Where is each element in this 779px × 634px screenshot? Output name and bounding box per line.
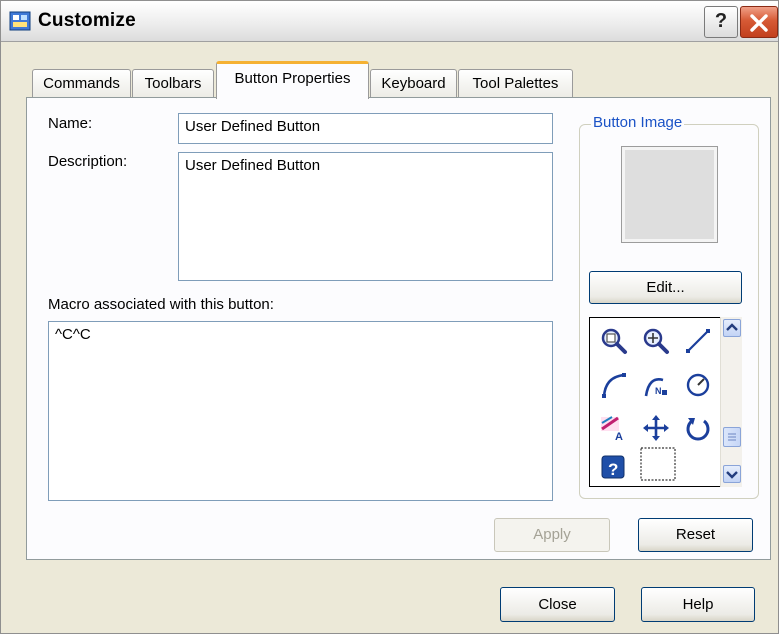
window-title: Customize <box>38 10 136 31</box>
description-textarea[interactable]: User Defined Button <box>178 152 553 281</box>
edit-button[interactable]: Edit... <box>589 271 742 304</box>
svg-text:N: N <box>655 386 662 396</box>
chevron-down-icon <box>726 471 738 479</box>
svg-text:A: A <box>615 431 623 443</box>
svg-text:?: ? <box>608 460 618 479</box>
question-icon: ? <box>714 10 728 32</box>
help-icon[interactable]: ? <box>599 452 629 482</box>
scroll-up-button[interactable] <box>723 319 741 337</box>
line-icon[interactable] <box>683 326 713 356</box>
circle-icon[interactable] <box>683 370 713 400</box>
tab-toolbars[interactable]: Toolbars <box>132 69 214 98</box>
title-bar[interactable]: Customize ? <box>1 1 778 42</box>
customize-app-icon <box>9 11 31 31</box>
zoom-realtime-icon[interactable] <box>641 326 671 356</box>
button-image-title: Button Image <box>591 114 685 131</box>
tab-button-properties[interactable]: Button Properties <box>216 61 369 99</box>
arc-2-icon[interactable]: N <box>641 370 671 400</box>
help-button[interactable]: Help <box>641 587 755 622</box>
apply-button[interactable]: Apply <box>494 518 610 552</box>
chevron-up-icon <box>726 323 738 331</box>
scroll-down-button[interactable] <box>723 465 741 483</box>
customize-dialog: Customize ? Commands Toolbars Button Pro… <box>0 0 779 634</box>
close-button[interactable]: Close <box>500 587 615 622</box>
title-help-button[interactable]: ? <box>704 6 738 38</box>
button-image-preview <box>621 146 718 243</box>
name-label: Name: <box>48 115 93 132</box>
description-label: Description: <box>48 153 128 170</box>
grip-icon <box>728 433 736 441</box>
close-icon <box>750 14 768 32</box>
reset-button[interactable]: Reset <box>638 518 753 552</box>
arc-icon[interactable] <box>599 370 629 400</box>
tab-keyboard[interactable]: Keyboard <box>370 69 457 98</box>
rotate-icon[interactable] <box>683 413 713 443</box>
name-input[interactable]: User Defined Button <box>178 113 553 144</box>
scroll-thumb[interactable] <box>723 427 741 447</box>
move-icon[interactable] <box>641 413 671 443</box>
button-properties-panel: Name: User Defined Button Description: U… <box>26 97 771 560</box>
text-style-icon[interactable]: A <box>599 413 629 443</box>
blank-icon[interactable] <box>639 446 677 482</box>
title-close-button[interactable] <box>740 6 778 38</box>
icon-list-scrollbar[interactable] <box>720 317 742 487</box>
tab-tool-palettes[interactable]: Tool Palettes <box>458 69 573 98</box>
macro-label: Macro associated with this button: <box>48 296 274 313</box>
tab-commands[interactable]: Commands <box>32 69 131 98</box>
zoom-window-icon[interactable] <box>599 326 629 356</box>
macro-textarea[interactable]: ^C^C <box>48 321 553 501</box>
